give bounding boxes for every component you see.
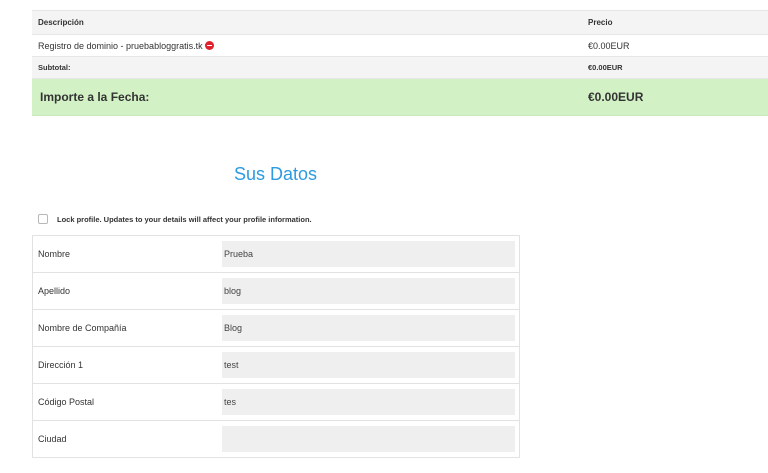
form-row-last-name: Apellido blog <box>33 273 519 310</box>
lock-profile-checkbox[interactable] <box>38 214 48 224</box>
line-item-price: €0.00EUR <box>588 40 630 51</box>
section-title-your-details: Sus Datos <box>234 164 318 184</box>
city-label: Ciudad <box>38 434 67 444</box>
form-row-first-name: Nombre Prueba <box>33 236 519 273</box>
city-field[interactable] <box>222 426 515 452</box>
price-column-header: Precio <box>588 18 613 27</box>
total-due-value: €0.00EUR <box>588 90 644 104</box>
personal-details-form: Nombre Prueba Apellido blog Nombre de Co… <box>32 235 520 458</box>
lock-profile-label: Lock profile. Updates to your details wi… <box>57 214 312 224</box>
form-row-company-name: Nombre de Compañía Blog <box>33 310 519 347</box>
lock-profile-option: Lock profile. Updates to your details wi… <box>38 214 312 224</box>
total-due-row: Importe a la Fecha: €0.00EUR <box>32 79 768 116</box>
address-1-label: Dirección 1 <box>38 360 84 370</box>
form-row-city: Ciudad <box>33 421 519 458</box>
last-name-field[interactable]: blog <box>222 278 515 304</box>
postal-code-field[interactable]: tes <box>222 389 515 415</box>
subtotal-value: €0.00EUR <box>588 63 623 72</box>
subtotal-row: Subtotal: €0.00EUR <box>32 57 768 79</box>
description-column-header: Descripción <box>38 18 84 27</box>
postal-code-label: Código Postal <box>38 397 95 407</box>
order-summary-table: Descripción Precio Registro de dominio -… <box>32 10 768 116</box>
total-due-label: Importe a la Fecha: <box>40 90 150 104</box>
order-line-item: Registro de dominio - pruebabloggratis.t… <box>32 35 768 57</box>
address-1-field[interactable]: test <box>222 352 515 378</box>
form-row-address-1: Dirección 1 test <box>33 347 519 384</box>
first-name-field[interactable]: Prueba <box>222 241 515 267</box>
line-item-description: Registro de dominio - pruebabloggratis.t… <box>38 40 203 51</box>
order-table-header: Descripción Precio <box>32 10 768 35</box>
first-name-label: Nombre <box>38 249 71 259</box>
remove-icon[interactable] <box>204 40 214 50</box>
last-name-label: Apellido <box>38 286 71 296</box>
company-name-label: Nombre de Compañía <box>38 323 127 333</box>
subtotal-label: Subtotal: <box>38 63 71 72</box>
line-item-description-cell: Registro de dominio - pruebabloggratis.t… <box>32 40 588 51</box>
company-name-field[interactable]: Blog <box>222 315 515 341</box>
form-row-postal-code: Código Postal tes <box>33 384 519 421</box>
